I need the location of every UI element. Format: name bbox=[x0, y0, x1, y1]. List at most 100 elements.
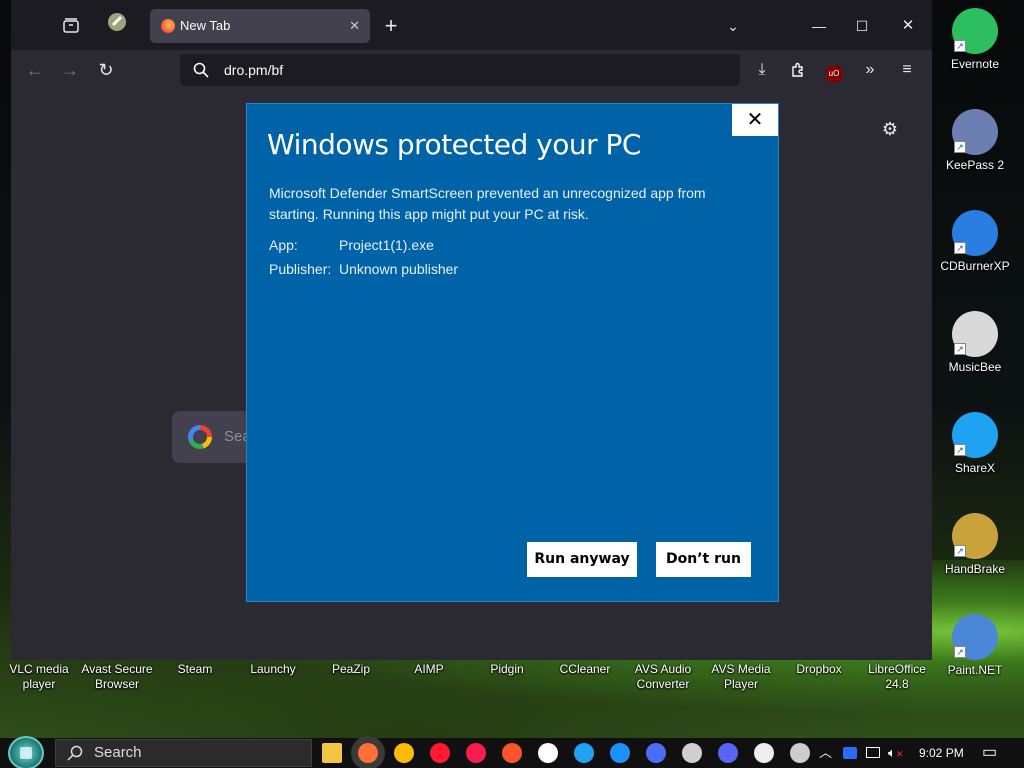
settings-gear-icon[interactable]: ⚙ bbox=[874, 114, 906, 144]
tab-bar: New Tab ✕ + ⌄ — ☐ ✕ bbox=[11, 0, 932, 50]
desktop-icon-avast-secure[interactable]: Avast Secure Browser bbox=[78, 662, 156, 692]
shortcut-arrow-icon: ↗ bbox=[954, 242, 966, 254]
taskbar-edge-icon[interactable] bbox=[574, 743, 594, 763]
shortcut-arrow-icon: ↗ bbox=[954, 343, 966, 355]
desktop-icon-label: CCleaner bbox=[559, 662, 611, 676]
extensions-button[interactable] bbox=[782, 55, 814, 85]
app-label: App: bbox=[269, 237, 298, 253]
dont-run-button[interactable]: Don’t run bbox=[656, 542, 751, 577]
desktop-icon-aimp[interactable]: AIMP bbox=[390, 662, 468, 677]
desktop-icon-pidgin[interactable]: Pidgin bbox=[468, 662, 546, 677]
taskbar-remote-desktop-icon[interactable] bbox=[682, 743, 702, 763]
firefox-view-icon bbox=[63, 18, 79, 33]
extension-pinned-button[interactable] bbox=[101, 8, 133, 38]
desktop-icon-label-line2: Converter bbox=[636, 677, 690, 691]
new-tab-button[interactable]: + bbox=[375, 11, 407, 41]
taskbar-yandex-icon[interactable] bbox=[538, 743, 558, 763]
start-button[interactable] bbox=[8, 736, 44, 768]
network-icon[interactable] bbox=[866, 738, 880, 768]
dialog-title: Windows protected your PC bbox=[267, 128, 641, 161]
volume-muted-icon[interactable]: 🔈︎✕ bbox=[888, 738, 903, 768]
clock-time[interactable]: 9:02 PM bbox=[919, 738, 964, 768]
desktop-icon-handbrake[interactable]: ↗ HandBrake bbox=[937, 513, 1013, 576]
taskbar-opera-gx-icon[interactable] bbox=[466, 743, 486, 763]
taskbar-vlc-icon[interactable] bbox=[646, 743, 666, 763]
desktop-icon-libreoffice[interactable]: LibreOffice 24.8 bbox=[858, 662, 936, 692]
taskbar-ccleaner-icon[interactable] bbox=[610, 743, 630, 763]
firefox-view-button[interactable] bbox=[55, 11, 87, 41]
list-all-tabs-button[interactable]: ⌄ bbox=[717, 11, 749, 41]
puzzle-icon bbox=[792, 62, 803, 77]
tray-overflow-chevron-icon[interactable]: ︿ bbox=[819, 738, 832, 768]
desktop-icon-musicbee[interactable]: ↗ MusicBee bbox=[937, 311, 1013, 374]
downloads-button[interactable]: ⤓ bbox=[746, 55, 778, 85]
windows-logo-icon bbox=[20, 747, 32, 759]
dialog-message: Microsoft Defender SmartScreen prevented… bbox=[269, 185, 706, 222]
taskbar-firefox-icon[interactable] bbox=[358, 743, 378, 763]
puzzle-green-icon bbox=[108, 13, 126, 31]
maximize-button[interactable]: ☐ bbox=[846, 11, 878, 41]
desktop-icon-cdburnerxp[interactable]: ↗ CDBurnerXP bbox=[937, 210, 1013, 273]
minimize-button[interactable]: — bbox=[803, 11, 835, 41]
desktop-icon-label: CDBurnerXP bbox=[940, 259, 1010, 273]
desktop-icon-ccleaner[interactable]: CCleaner bbox=[546, 662, 624, 677]
forward-button[interactable]: → bbox=[54, 55, 86, 85]
taskbar-file-explorer-icon[interactable] bbox=[322, 743, 342, 763]
desktop-icon-label: Paint.NET bbox=[947, 663, 1003, 677]
tab-new-tab[interactable]: New Tab ✕ bbox=[150, 9, 370, 43]
desktop-icon-label: KeePass 2 bbox=[945, 158, 1005, 172]
taskbar-7zip-icon[interactable] bbox=[754, 743, 774, 763]
app-value: Project1(1).exe bbox=[339, 237, 434, 253]
app-icon: ↗ bbox=[952, 8, 998, 54]
ublock-icon: uO bbox=[826, 66, 842, 82]
notifications-icon[interactable]: ▭ bbox=[982, 738, 997, 768]
desktop-icon-label: HandBrake bbox=[944, 562, 1006, 576]
taskbar-opera-icon[interactable] bbox=[430, 743, 450, 763]
desktop-icon-label: Evernote bbox=[950, 57, 1000, 71]
navigation-toolbar: ← → ↻ dro.pm/bf ⤓ uO » ≡ bbox=[11, 50, 932, 90]
taskbar-brave-icon[interactable] bbox=[502, 743, 522, 763]
google-icon bbox=[188, 425, 212, 449]
desktop-icon-label: AVS Audio bbox=[634, 662, 692, 676]
back-button[interactable]: ← bbox=[19, 55, 51, 85]
desktop-icon-launchy[interactable]: Launchy bbox=[234, 662, 312, 677]
shortcut-arrow-icon: ↗ bbox=[954, 646, 966, 658]
run-anyway-button[interactable]: Run anyway bbox=[527, 542, 637, 577]
taskbar-chrome-icon[interactable] bbox=[394, 743, 414, 763]
desktop-icon-label: LibreOffice bbox=[868, 662, 926, 676]
more-tools-button[interactable]: » bbox=[854, 55, 886, 85]
url-text: dro.pm/bf bbox=[224, 62, 284, 78]
tab-close-icon[interactable]: ✕ bbox=[349, 9, 360, 43]
taskbar-search-box[interactable]: Search bbox=[55, 739, 312, 767]
app-icon: ↗ bbox=[952, 412, 998, 458]
url-bar[interactable]: dro.pm/bf bbox=[180, 54, 740, 86]
tab-title: New Tab bbox=[180, 18, 231, 33]
firefox-icon bbox=[161, 19, 175, 33]
taskbar: Search ︿ 🔈︎✕ 9:02 PM ▭ bbox=[0, 736, 1024, 768]
dialog-close-button[interactable]: ✕ bbox=[732, 104, 778, 136]
desktop-icon-vlc-media[interactable]: VLC media player bbox=[0, 662, 78, 692]
app-menu-button[interactable]: ≡ bbox=[891, 55, 923, 85]
taskbar-search-label: Search bbox=[94, 744, 142, 761]
desktop-icon-dropbox[interactable]: Dropbox bbox=[780, 662, 858, 677]
malwarebytes-tray-icon[interactable] bbox=[843, 738, 857, 768]
publisher-label: Publisher: bbox=[269, 261, 332, 277]
desktop-icon-peazip[interactable]: PeaZip bbox=[312, 662, 390, 677]
desktop-icon-sharex[interactable]: ↗ ShareX bbox=[937, 412, 1013, 475]
desktop-icon-keepass-2[interactable]: ↗ KeePass 2 bbox=[937, 109, 1013, 172]
desktop-icon-paint-net[interactable]: ↗ Paint.NET bbox=[937, 614, 1013, 677]
desktop-icon-avs-media[interactable]: AVS Media Player bbox=[702, 662, 780, 692]
taskbar-discord-icon[interactable] bbox=[718, 743, 738, 763]
close-window-button[interactable]: ✕ bbox=[892, 11, 924, 41]
taskbar-notepad-icon[interactable] bbox=[790, 743, 810, 763]
desktop-icon-label-line2: player bbox=[22, 677, 56, 691]
shortcut-arrow-icon: ↗ bbox=[954, 545, 966, 557]
desktop-icon-avs-audio[interactable]: AVS Audio Converter bbox=[624, 662, 702, 692]
desktop-icon-evernote[interactable]: ↗ Evernote bbox=[937, 8, 1013, 71]
reload-button[interactable]: ↻ bbox=[90, 55, 122, 85]
search-icon bbox=[193, 62, 209, 78]
ublock-button[interactable]: uO bbox=[818, 55, 850, 85]
desktop-icon-label: ShareX bbox=[954, 461, 996, 475]
desktop-icon-steam[interactable]: Steam bbox=[156, 662, 234, 677]
app-icon: ↗ bbox=[952, 109, 998, 155]
